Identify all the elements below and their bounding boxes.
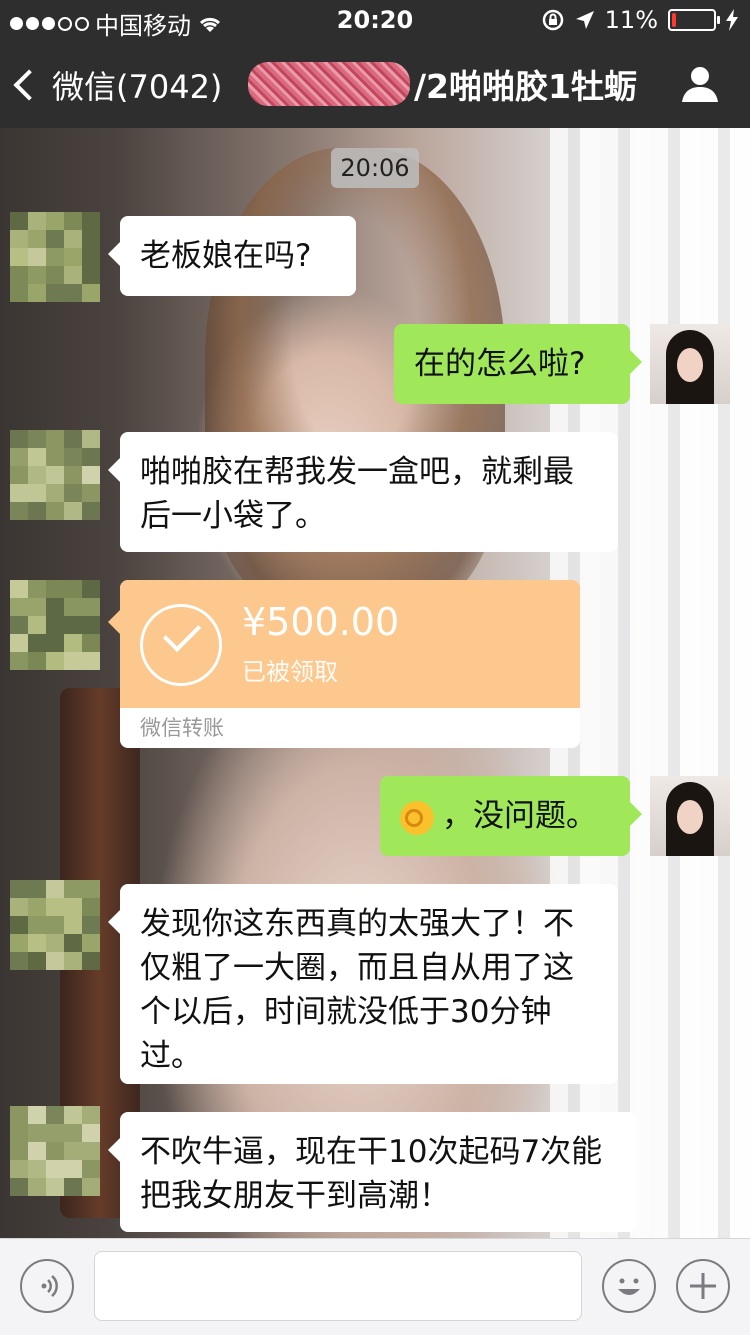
message-bubble-sent[interactable]: ，没问题。 bbox=[380, 776, 642, 856]
input-bar bbox=[0, 1238, 750, 1335]
contact-avatar[interactable] bbox=[10, 212, 100, 302]
transfer-status: 已被领取 bbox=[242, 658, 338, 686]
chat-timestamp: 20:06 bbox=[331, 148, 419, 188]
message-text: 在的怎么啦? bbox=[414, 346, 586, 382]
message-input[interactable] bbox=[94, 1251, 582, 1321]
message-text: 不吹牛逼，现在干10次起码7次能把我女朋友干到高潮！ bbox=[140, 1134, 603, 1214]
message-bubble-received[interactable]: 不吹牛逼，现在干10次起码7次能把我女朋友干到高潮！ bbox=[108, 1112, 636, 1232]
chat-title-text: /2啪啪胶1牡蛎 bbox=[414, 67, 637, 106]
message-text: 啪啪胶在帮我发一盒吧，就剩最后一小袋了。 bbox=[140, 454, 574, 534]
location-arrow-icon bbox=[575, 11, 594, 29]
redacted-name bbox=[248, 62, 410, 106]
message-bubble-received[interactable]: 发现你这东西真的太强大了！不仅粗了一大圈，而且自从用了这个以后，时间就没低于30… bbox=[108, 884, 618, 1084]
contact-avatar[interactable] bbox=[10, 430, 100, 520]
emoji-icon bbox=[618, 1278, 640, 1295]
transfer-card-header: ¥500.00 已被领取 bbox=[120, 580, 580, 708]
self-avatar[interactable] bbox=[650, 324, 730, 404]
transfer-amount: ¥500.00 bbox=[242, 600, 400, 644]
voice-icon bbox=[41, 1275, 58, 1297]
check-icon bbox=[140, 604, 222, 686]
message-text: 老板娘在吗? bbox=[140, 238, 312, 274]
status-bar: 中国移动 20:20 11% bbox=[0, 0, 750, 40]
transfer-card[interactable]: ¥500.00 已被领取 微信转账 bbox=[108, 580, 580, 748]
message-bubble-sent[interactable]: 在的怎么啦? bbox=[394, 324, 642, 404]
nav-bar: 微信(7042) /2啪啪胶1牡蛎 bbox=[0, 40, 750, 128]
self-avatar[interactable] bbox=[650, 776, 730, 856]
back-button[interactable]: 微信(7042) bbox=[13, 62, 223, 108]
person-icon[interactable] bbox=[680, 64, 720, 104]
message-bubble-received[interactable]: 老板娘在吗? bbox=[108, 216, 356, 296]
back-chevron-icon bbox=[13, 69, 45, 101]
message-text: 发现你这东西真的太强大了！不仅粗了一大圈，而且自从用了这个以后，时间就没低于30… bbox=[140, 906, 574, 1074]
ok-hand-emoji-icon bbox=[400, 800, 434, 835]
voice-button[interactable] bbox=[20, 1259, 74, 1313]
battery-icon bbox=[668, 9, 720, 31]
lock-rotation-icon bbox=[542, 9, 563, 31]
contact-avatar[interactable] bbox=[10, 1106, 100, 1196]
plus-button[interactable] bbox=[676, 1259, 730, 1313]
emoji-button[interactable] bbox=[602, 1259, 656, 1313]
charging-icon bbox=[726, 9, 738, 31]
chat-title: /2啪啪胶1牡蛎 bbox=[248, 60, 668, 108]
contact-avatar[interactable] bbox=[10, 880, 100, 970]
message-bubble-received[interactable]: 啪啪胶在帮我发一盒吧，就剩最后一小袋了。 bbox=[108, 432, 618, 552]
battery-percent: 11% bbox=[604, 6, 658, 34]
transfer-footer: 微信转账 bbox=[140, 716, 224, 740]
plus-icon bbox=[690, 1273, 716, 1299]
contact-avatar[interactable] bbox=[10, 580, 100, 670]
message-text: ，没问题。 bbox=[442, 798, 597, 834]
back-label: 微信(7042) bbox=[52, 68, 223, 106]
